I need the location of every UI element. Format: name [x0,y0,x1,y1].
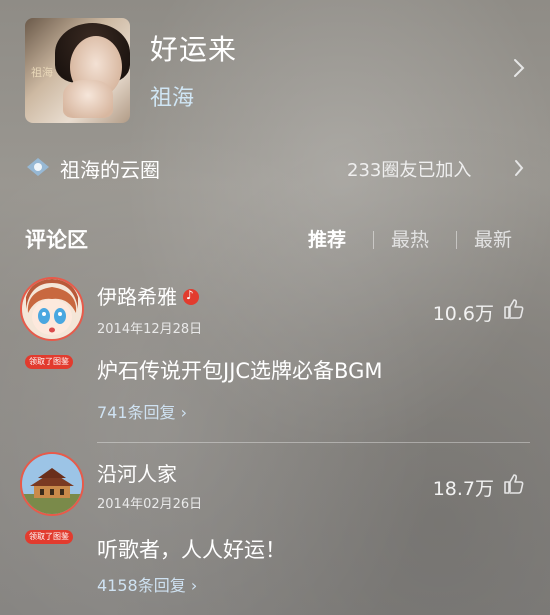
tab-latest[interactable]: 最新 [474,225,512,252]
comment-text: 炉石传说开包JJC选牌必备BGM [97,359,383,383]
anime-avatar-image [22,279,82,339]
comment-username[interactable]: 伊路希雅 [97,281,199,310]
building-avatar-image [22,454,82,514]
song-header[interactable]: 祖海 好运来 祖海 [0,0,550,140]
tab-divider [373,231,374,249]
comment-username[interactable]: 沿河人家 [97,458,177,487]
chevron-right-icon [515,160,524,176]
cloud-members-count: 233圈友已加入 [347,160,472,181]
avatar-badge: 领取了图鉴 [25,355,73,369]
comments-header: 评论区 推荐 最热 最新 [0,222,550,258]
username-text[interactable]: 伊路希雅 [97,285,177,309]
chevron-right-icon[interactable] [510,56,528,80]
reply-count[interactable]: 741条回复 [97,403,176,422]
cover-logo: 祖海 [31,66,53,79]
reply-link[interactable]: 4158条回复 › [97,572,197,596]
chevron-right-icon: › [180,403,188,422]
tab-recommended[interactable]: 推荐 [308,225,346,252]
chevron-right-icon: › [190,576,198,595]
like-count: 10.6万 [432,303,494,325]
reply-link[interactable]: 741条回复 › [97,399,187,423]
cloud-circle-icon [27,158,49,176]
music-badge-icon [183,288,199,305]
comment-date: 2014年12月28日 [97,322,203,337]
avatar-badge: 领取了图鉴 [25,530,73,544]
album-cover[interactable]: 祖海 [25,18,130,123]
comment-date: 2014年02月26日 [97,497,203,512]
cover-art-hands [63,80,113,118]
song-title: 好运来 [150,33,238,66]
tab-hottest[interactable]: 最热 [391,225,429,252]
avatar[interactable] [20,277,84,341]
cloud-circle-title: 祖海的云圈 [60,158,160,182]
reply-count[interactable]: 4158条回复 [97,576,186,595]
tab-divider [456,231,457,249]
cloud-circle-row[interactable]: 祖海的云圈 233圈友已加入 [0,148,550,188]
comment-divider [97,442,530,443]
thumbs-up-icon[interactable] [502,297,526,321]
comments-section-title: 评论区 [25,228,88,252]
comment-text: 听歌者，人人好运！ [97,538,286,562]
like-count: 18.7万 [432,478,494,500]
song-artist[interactable]: 祖海 [150,80,194,112]
avatar[interactable] [20,452,84,516]
thumbs-up-icon[interactable] [502,472,526,496]
